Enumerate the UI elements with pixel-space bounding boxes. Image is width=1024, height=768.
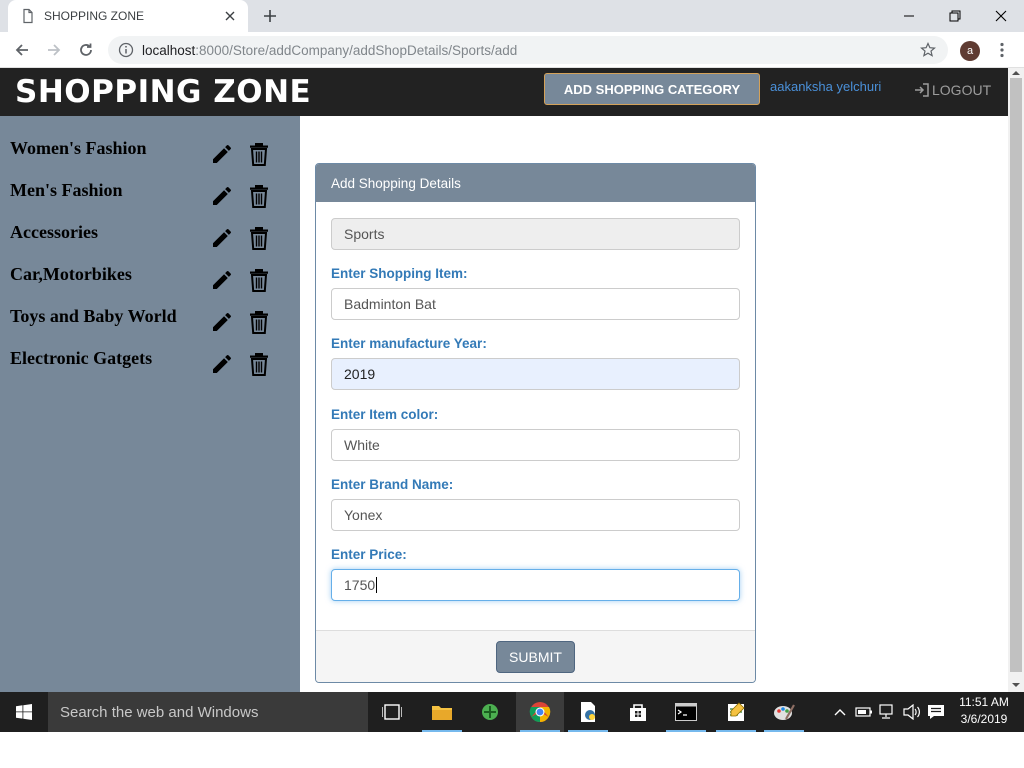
sidebar-item-toys-and-baby-world[interactable]: Toys and Baby World (0, 306, 300, 348)
clock-date: 3/6/2019 (960, 712, 1008, 726)
sidebar-item-mens-fashion[interactable]: Men's Fashion (0, 180, 300, 222)
sidebar-item-electronic-gatgets[interactable]: Electronic Gatgets (0, 348, 300, 390)
text-caret (376, 577, 378, 593)
item-color-input[interactable]: White (331, 429, 740, 461)
logout-label: LOGOUT (932, 82, 992, 98)
page-favicon-icon (20, 8, 36, 24)
windows-start-icon[interactable] (0, 692, 48, 732)
delete-trash-icon[interactable] (247, 351, 271, 377)
restore-icon[interactable] (932, 0, 978, 32)
delete-trash-icon[interactable] (247, 309, 271, 335)
shopping-item-label: Enter Shopping Item: (331, 266, 468, 281)
scroll-up-icon[interactable] (1008, 68, 1024, 78)
python-file-icon[interactable] (564, 692, 612, 732)
edit-pencil-icon[interactable] (210, 352, 234, 376)
browser-menu-icon[interactable] (994, 40, 1010, 60)
new-tab-button[interactable] (258, 6, 282, 26)
add-shopping-category-button[interactable]: ADD SHOPPING CATEGORY (544, 73, 760, 105)
system-clock[interactable]: 11:51 AM 3/6/2019 (950, 694, 1018, 728)
clock-time: 11:51 AM (959, 695, 1009, 709)
delete-trash-icon[interactable] (247, 141, 271, 167)
store-icon[interactable] (614, 692, 662, 732)
submit-button[interactable]: SUBMIT (496, 641, 575, 673)
action-center-icon[interactable] (926, 702, 946, 722)
windows-taskbar: Search the web and Windows 11:51 AM 3/6/… (0, 692, 1024, 732)
manufacture-year-input[interactable]: 2019 (331, 358, 740, 390)
bookmark-star-icon[interactable] (920, 42, 936, 58)
delete-trash-icon[interactable] (247, 267, 271, 293)
brand-name-label: Enter Brand Name: (331, 477, 454, 492)
category-label[interactable]: Electronic Gatgets (10, 348, 152, 369)
category-label[interactable]: Men's Fashion (10, 180, 123, 201)
browser-tab-strip: SHOPPING ZONE (0, 0, 1024, 32)
forward-arrow-icon[interactable] (42, 38, 66, 62)
category-label[interactable]: Car,Motorbikes (10, 264, 132, 285)
battery-icon[interactable] (854, 702, 874, 722)
close-window-icon[interactable] (978, 0, 1024, 32)
taskbar-search-box[interactable]: Search the web and Windows (48, 692, 368, 732)
minimize-icon[interactable] (886, 0, 932, 32)
python-idle-icon[interactable] (466, 692, 514, 732)
tab-close-icon[interactable] (222, 8, 238, 24)
price-input[interactable]: 1750 (331, 569, 740, 601)
tab-title: SHOPPING ZONE (44, 9, 145, 23)
url-text: localhost:8000/Store/addCompany/addShopD… (142, 43, 920, 58)
screen-bottom-area (0, 732, 1024, 768)
volume-icon[interactable] (902, 702, 922, 722)
price-label: Enter Price: (331, 547, 407, 562)
back-arrow-icon[interactable] (10, 38, 34, 62)
url-path: :8000/Store/addCompany/addShopDetails/Sp… (195, 42, 518, 58)
logout-icon (915, 83, 929, 97)
page-viewport: SHOPPING ZONE ADD SHOPPING CATEGORY aaka… (0, 68, 1008, 692)
edit-pencil-icon[interactable] (210, 184, 234, 208)
delete-trash-icon[interactable] (247, 225, 271, 251)
item-color-label: Enter Item color: (331, 407, 439, 422)
brand-name-input[interactable]: Yonex (331, 499, 740, 531)
brand-logo[interactable]: SHOPPING ZONE (15, 74, 311, 110)
command-prompt-icon[interactable] (662, 692, 710, 732)
category-label[interactable]: Women's Fashion (10, 138, 147, 159)
tray-chevron-up-icon[interactable] (830, 702, 850, 722)
chrome-icon[interactable] (516, 692, 564, 732)
delete-trash-icon[interactable] (247, 183, 271, 209)
logout-link[interactable]: LOGOUT (914, 82, 991, 98)
profile-avatar[interactable]: a (960, 41, 980, 61)
scrollbar-thumb[interactable] (1010, 78, 1022, 672)
price-value: 1750 (344, 577, 376, 593)
task-view-icon[interactable] (368, 692, 416, 732)
reload-icon[interactable] (74, 38, 98, 62)
browser-toolbar: localhost:8000/Store/addCompany/addShopD… (0, 32, 1024, 68)
panel-title: Add Shopping Details (316, 164, 755, 202)
shopping-item-input[interactable]: Badminton Bat (331, 288, 740, 320)
edit-pencil-icon[interactable] (210, 310, 234, 334)
edit-pencil-icon[interactable] (210, 142, 234, 166)
file-explorer-icon[interactable] (418, 692, 466, 732)
scroll-down-icon[interactable] (1008, 680, 1024, 690)
sidebar-item-car-motorbikes[interactable]: Car,Motorbikes (0, 264, 300, 306)
add-shopping-details-panel: Add Shopping Details Sports Enter Shoppi… (315, 163, 756, 683)
paint-icon[interactable] (760, 692, 808, 732)
panel-footer: SUBMIT (316, 630, 755, 682)
category-label[interactable]: Accessories (10, 222, 98, 243)
url-host: localhost (142, 42, 196, 58)
edit-pencil-icon[interactable] (210, 268, 234, 292)
address-bar[interactable]: localhost:8000/Store/addCompany/addShopD… (108, 36, 948, 64)
site-info-icon[interactable] (118, 42, 134, 58)
browser-tab[interactable]: SHOPPING ZONE (8, 0, 248, 32)
page-scrollbar[interactable] (1008, 68, 1024, 692)
sidebar-item-womens-fashion[interactable]: Women's Fashion (0, 138, 300, 180)
manufacture-year-label: Enter manufacture Year: (331, 336, 487, 351)
edit-pencil-icon[interactable] (210, 226, 234, 250)
network-icon[interactable] (878, 702, 898, 722)
category-field[interactable]: Sports (331, 218, 740, 250)
site-header: SHOPPING ZONE ADD SHOPPING CATEGORY aaka… (0, 68, 1008, 116)
sidebar-item-accessories[interactable]: Accessories (0, 222, 300, 264)
category-sidebar: Women's Fashion Men's Fashion Accessorie… (0, 116, 300, 692)
category-label[interactable]: Toys and Baby World (10, 306, 177, 327)
username-link[interactable]: aakanksha yelchuri (770, 79, 881, 94)
editor-icon[interactable] (712, 692, 760, 732)
